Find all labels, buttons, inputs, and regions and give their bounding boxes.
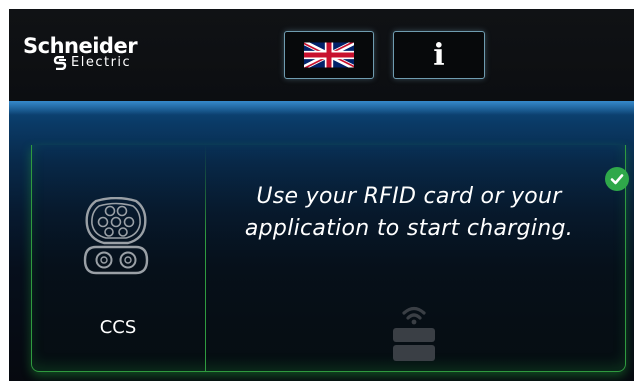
brand-name: Schneider: [23, 34, 138, 58]
uk-flag-icon: [304, 42, 354, 68]
brand-logo: Schneider Electric: [23, 34, 138, 70]
info-icon: i: [433, 37, 445, 73]
info-button[interactable]: i: [393, 31, 485, 79]
panel-divider: [205, 145, 206, 371]
instruction-message: Use your RFID card or your application t…: [244, 184, 574, 241]
rfid-reader-icon: [393, 306, 435, 361]
language-button[interactable]: [284, 31, 374, 79]
main-panel: CCS Use your RFID card or your applicati…: [9, 101, 634, 381]
life-is-on-icon: [53, 56, 67, 70]
check-icon: [605, 167, 629, 191]
charger-screen: Schneider Electric i CCS Use your RFID c…: [9, 9, 634, 381]
connector-label: CCS: [99, 317, 137, 338]
ccs-connector-icon: [83, 197, 149, 275]
header-bar: Schneider Electric i: [9, 9, 634, 101]
brand-subname: Electric: [71, 55, 132, 70]
